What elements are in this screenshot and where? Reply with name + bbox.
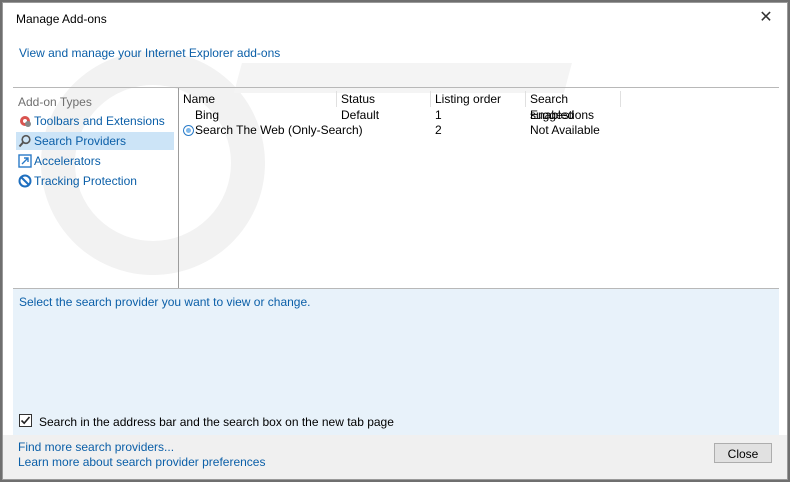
row-name: Search The Web (Only-Search) — [195, 123, 363, 137]
main-panel: Add-on Types Toolbars and Extensions Sea… — [13, 87, 779, 289]
learn-more-preferences-link[interactable]: Learn more about search provider prefere… — [18, 455, 265, 469]
row-suggestions: Enabled — [530, 108, 575, 122]
details-pane: Select the search provider you want to v… — [13, 289, 779, 435]
gear-icon — [20, 116, 31, 127]
sidebar-heading: Add-on Types — [18, 95, 92, 109]
checkmark-icon — [20, 416, 31, 425]
checkbox-label[interactable]: Search in the address bar and the search… — [39, 415, 394, 429]
column-header-listing-order[interactable]: Listing order — [431, 91, 526, 107]
sidebar-item-label: Tracking Protection — [34, 174, 137, 188]
accelerator-icon — [18, 154, 32, 168]
column-header-status[interactable]: Status — [337, 91, 431, 107]
manage-addons-window: risk.com Manage Add-ons ✕ View and manag… — [2, 2, 788, 480]
row-status: Default — [341, 108, 380, 122]
details-hint: Select the search provider you want to v… — [19, 295, 311, 309]
search-web-icon — [183, 125, 194, 136]
search-providers-list: Name Status Listing order Search suggest… — [179, 88, 779, 288]
sidebar-item-label: Toolbars and Extensions — [34, 114, 165, 128]
window-title: Manage Add-ons — [16, 12, 107, 26]
block-icon — [18, 174, 32, 188]
sidebar-item-tracking-protection[interactable]: Tracking Protection — [16, 172, 174, 190]
sidebar-item-toolbars[interactable]: Toolbars and Extensions — [16, 112, 174, 130]
sidebar-item-label: Search Providers — [34, 134, 127, 148]
footer: Find more search providers... Learn more… — [3, 435, 787, 479]
sidebar-item-label: Accelerators — [34, 154, 101, 168]
sidebar-item-search-providers[interactable]: Search Providers — [16, 132, 174, 150]
column-header-search-suggestions[interactable]: Search suggestions — [526, 91, 621, 122]
search-address-bar-checkbox[interactable] — [19, 414, 32, 427]
search-icon — [18, 134, 31, 148]
row-order: 2 — [435, 123, 442, 137]
addon-types-sidebar: Add-on Types Toolbars and Extensions Sea… — [13, 88, 179, 288]
row-order: 1 — [435, 108, 442, 122]
row-name: Bing — [195, 108, 220, 122]
close-button[interactable]: Close — [714, 443, 772, 463]
sidebar-item-accelerators[interactable]: Accelerators — [16, 152, 174, 170]
view-manage-link[interactable]: View and manage your Internet Explorer a… — [19, 46, 280, 60]
find-more-providers-link[interactable]: Find more search providers... — [18, 440, 174, 454]
row-suggestions: Not Available — [530, 123, 600, 137]
column-header-name[interactable]: Name — [179, 91, 337, 107]
close-icon[interactable]: ✕ — [755, 8, 777, 28]
title-bar: Manage Add-ons ✕ — [3, 3, 787, 33]
